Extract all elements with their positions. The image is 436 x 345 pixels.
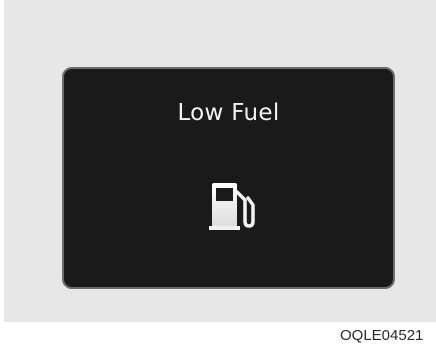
warning-message: Low Fuel [177,100,280,126]
fuel-pump-icon [209,183,255,230]
illustration-panel: Low Fuel [4,0,436,322]
cluster-display: Low Fuel [62,67,395,289]
figure-code: OQLE04521 [340,327,424,344]
